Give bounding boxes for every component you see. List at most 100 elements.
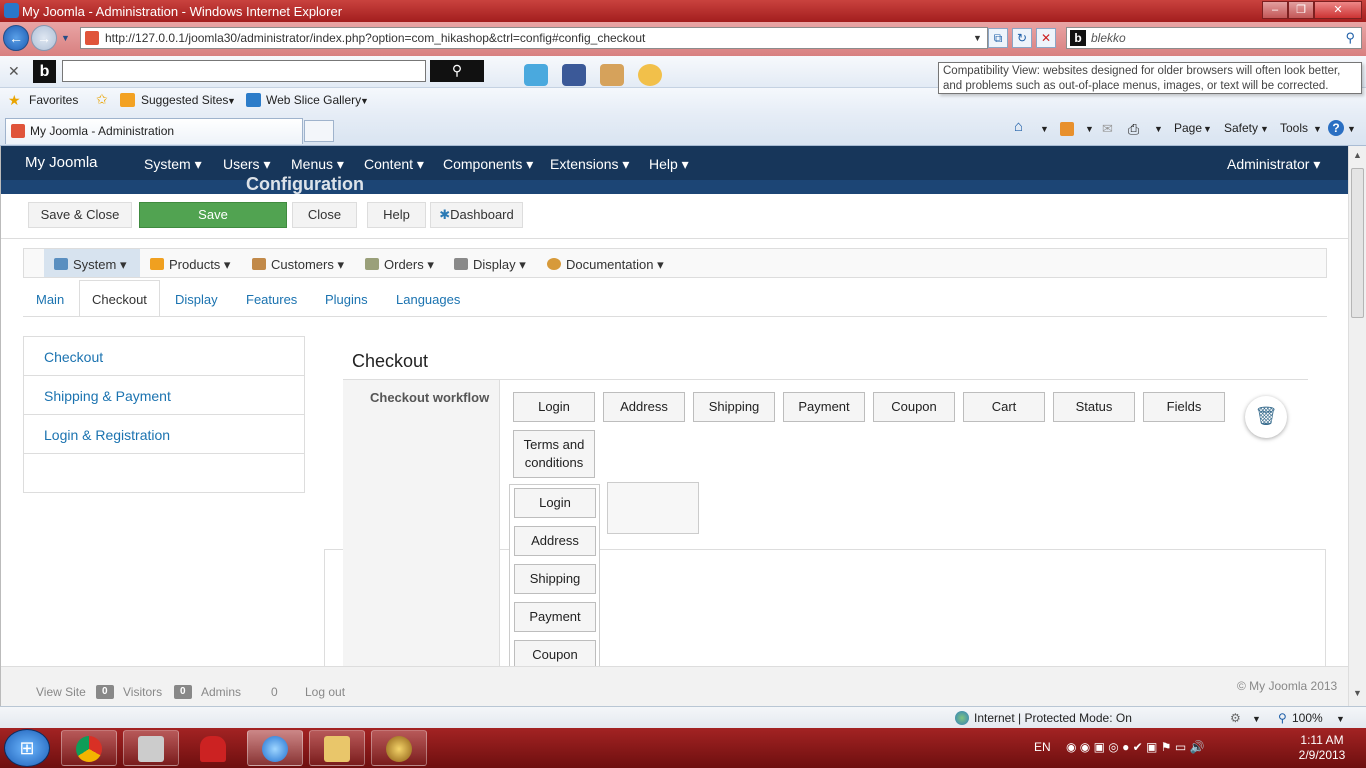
taskbar-chrome[interactable]: [61, 730, 117, 766]
facebook-icon[interactable]: [562, 64, 586, 86]
vertical-scrollbar[interactable]: ▲ ▼: [1348, 146, 1366, 706]
search-box[interactable]: b blekko ⚲: [1066, 27, 1362, 49]
help-button[interactable]: Help: [367, 202, 426, 228]
tab-checkout[interactable]: Checkout: [92, 292, 147, 307]
section-nav-login-registration[interactable]: Login & Registration: [24, 415, 304, 454]
stop-icon[interactable]: ✕: [1036, 28, 1056, 48]
chevron-down-icon[interactable]: ▼: [1252, 714, 1261, 724]
section-nav-checkout[interactable]: Checkout: [24, 337, 304, 376]
taskbar-explorer[interactable]: [309, 730, 365, 766]
twitter-icon[interactable]: [524, 64, 548, 86]
workflow-payment-button[interactable]: Payment: [783, 392, 865, 422]
start-button[interactable]: ⊞: [4, 729, 50, 767]
close-toolbar-icon[interactable]: ✕: [8, 63, 20, 80]
forward-button[interactable]: →: [31, 25, 57, 51]
dropzone-payment-button[interactable]: Payment: [514, 602, 596, 632]
tab-languages[interactable]: Languages: [396, 292, 460, 307]
chevron-down-icon[interactable]: ▼: [360, 96, 369, 106]
scroll-down-icon[interactable]: ▼: [1353, 688, 1362, 698]
refresh-icon[interactable]: ↻: [1012, 28, 1032, 48]
rss-feed-icon[interactable]: [1060, 122, 1074, 136]
maximize-button[interactable]: ❐: [1288, 1, 1314, 19]
weather-icon[interactable]: [638, 64, 662, 86]
nav-content[interactable]: Content ▾: [364, 156, 424, 173]
close-button[interactable]: Close: [292, 202, 357, 228]
toolbar-search-button[interactable]: ⚲: [430, 60, 484, 82]
home-icon[interactable]: ⌂: [1014, 118, 1023, 135]
search-provider-text[interactable]: blekko: [1091, 31, 1126, 45]
trash-icon[interactable]: 🗑: [1245, 396, 1287, 438]
scrollbar-thumb[interactable]: [1351, 168, 1364, 318]
url-text[interactable]: http://127.0.0.1/joomla30/administrator/…: [105, 31, 645, 45]
safety-menu[interactable]: Safety: [1224, 121, 1258, 135]
new-tab-button[interactable]: [304, 120, 334, 142]
taskbar-internet-explorer[interactable]: [247, 730, 303, 766]
logout-link[interactable]: Log out: [305, 685, 345, 699]
hikashop-menu-customers[interactable]: Customers ▾: [252, 257, 344, 273]
tab-main[interactable]: Main: [36, 292, 64, 307]
nav-user-menu[interactable]: Administrator ▾: [1227, 156, 1320, 173]
mail-icon[interactable]: ✉: [1102, 121, 1113, 137]
workflow-login-button[interactable]: Login: [513, 392, 595, 422]
web-slice-gallery-link[interactable]: Web Slice Gallery: [266, 93, 361, 107]
empty-drop-zone[interactable]: [607, 482, 699, 534]
nav-menus[interactable]: Menus ▾: [291, 156, 344, 173]
chevron-down-icon[interactable]: ▼: [1260, 124, 1269, 134]
nav-system[interactable]: System ▾: [144, 156, 202, 173]
workflow-shipping-button[interactable]: Shipping: [693, 392, 775, 422]
joomla-brand[interactable]: My Joomla: [25, 154, 98, 171]
taskbar-app-2[interactable]: [123, 730, 179, 766]
chevron-down-icon[interactable]: ▼: [1040, 124, 1049, 134]
hikashop-menu-system[interactable]: System ▾: [54, 257, 126, 273]
workflow-coupon-button[interactable]: Coupon: [873, 392, 955, 422]
language-indicator[interactable]: EN: [1034, 740, 1051, 754]
workflow-address-button[interactable]: Address: [603, 392, 685, 422]
back-button[interactable]: ←: [3, 25, 29, 51]
compatibility-view-icon[interactable]: ⧉: [988, 28, 1008, 48]
taskbar-app-3[interactable]: [185, 730, 241, 766]
hikashop-menu-documentation[interactable]: Documentation ▾: [547, 257, 664, 273]
hikashop-menu-products[interactable]: Products ▾: [150, 257, 230, 273]
dropzone-shipping-button[interactable]: Shipping: [514, 564, 596, 594]
workflow-fields-button[interactable]: Fields: [1143, 392, 1225, 422]
dropzone-address-button[interactable]: Address: [514, 526, 596, 556]
add-favorite-icon[interactable]: ✩: [96, 91, 108, 108]
taskbar-warcraft[interactable]: [371, 730, 427, 766]
address-dropdown-icon[interactable]: ▼: [973, 33, 982, 43]
chevron-down-icon[interactable]: ▼: [1085, 124, 1094, 134]
tools-menu[interactable]: Tools: [1280, 121, 1308, 135]
toolbar-search-input[interactable]: [62, 60, 426, 82]
chevron-down-icon[interactable]: ▼: [227, 96, 236, 106]
workflow-status-button[interactable]: Status: [1053, 392, 1135, 422]
help-icon[interactable]: ?: [1328, 120, 1344, 136]
system-tray-icons[interactable]: ◉ ◉ ▣ ◎ ● ✔ ▣ ⚑ ▭ 🔊: [1066, 740, 1204, 754]
favorites-button[interactable]: Favorites: [29, 93, 78, 107]
clock[interactable]: 1:11 AM 2/9/2013: [1284, 733, 1360, 763]
view-site-link[interactable]: View Site: [36, 685, 86, 699]
chevron-down-icon[interactable]: ▼: [1203, 124, 1212, 134]
nav-extensions[interactable]: Extensions ▾: [550, 156, 629, 173]
nav-components[interactable]: Components ▾: [443, 156, 533, 173]
chevron-down-icon[interactable]: ▼: [1347, 124, 1356, 134]
tab-features[interactable]: Features: [246, 292, 297, 307]
zoom-level[interactable]: 100%: [1292, 711, 1323, 725]
tab-plugins[interactable]: Plugins: [325, 292, 368, 307]
save-close-button[interactable]: Save & Close: [28, 202, 132, 228]
chevron-down-icon[interactable]: ▼: [1336, 714, 1345, 724]
minimize-button[interactable]: ‒: [1262, 1, 1288, 19]
section-nav-shipping-payment[interactable]: Shipping & Payment: [24, 376, 304, 415]
save-button[interactable]: Save: [139, 202, 287, 228]
workflow-cart-button[interactable]: Cart: [963, 392, 1045, 422]
history-dropdown-icon[interactable]: ▼: [61, 33, 70, 43]
tab-display[interactable]: Display: [175, 292, 218, 307]
search-icon[interactable]: ⚲: [1345, 30, 1355, 46]
dashboard-button[interactable]: ✱Dashboard: [430, 202, 523, 228]
hikashop-menu-orders[interactable]: Orders ▾: [365, 257, 434, 273]
close-window-button[interactable]: ✕: [1314, 1, 1362, 19]
chevron-down-icon[interactable]: ▼: [1313, 124, 1322, 134]
zoom-icon[interactable]: ⚲: [1278, 711, 1287, 725]
browser-tab[interactable]: My Joomla - Administration: [5, 118, 303, 144]
suggested-sites-link[interactable]: Suggested Sites: [141, 93, 228, 107]
workflow-terms-button[interactable]: Terms and conditions: [513, 430, 595, 478]
dropzone-login-button[interactable]: Login: [514, 488, 596, 518]
